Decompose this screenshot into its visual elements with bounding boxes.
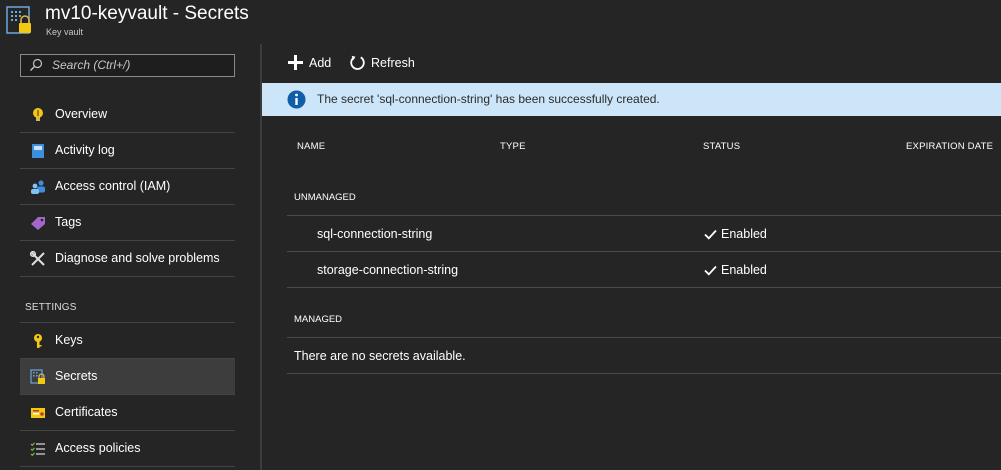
sidebar: Search (Ctrl+/) Overview Activity log Ac…	[0, 44, 260, 470]
info-icon	[287, 90, 306, 109]
people-icon	[31, 180, 45, 194]
column-header-name[interactable]: NAME	[297, 141, 325, 152]
add-button[interactable]: Add	[287, 54, 332, 72]
blade-header: mv10-keyvault - Secrets Key vault	[0, 0, 1001, 44]
sidebar-item-label: Diagnose and solve problems	[55, 251, 220, 265]
status-text: Enabled	[721, 263, 767, 277]
sidebar-item-activity-log[interactable]: Activity log	[20, 133, 235, 169]
page-title: mv10-keyvault - Secrets	[45, 3, 249, 24]
search-input[interactable]: Search (Ctrl+/)	[20, 54, 235, 77]
key-icon	[34, 334, 42, 348]
activity-log-icon	[32, 144, 44, 158]
search-placeholder: Search (Ctrl+/)	[52, 58, 131, 72]
main-content: Add Refresh The secret 'sql-connection-s…	[262, 44, 1001, 470]
page-subtitle: Key vault	[46, 27, 84, 37]
add-label: Add	[309, 56, 332, 70]
column-header-status[interactable]: STATUS	[703, 141, 740, 152]
sidebar-item-label: Access policies	[55, 441, 141, 455]
table-row-name[interactable]: storage-connection-string	[317, 263, 458, 277]
sidebar-item-access-control[interactable]: Access control (IAM)	[20, 169, 235, 205]
checkmark-icon	[704, 229, 717, 240]
sidebar-item-label: Tags	[55, 215, 82, 229]
checkmark-icon	[704, 265, 717, 276]
search-icon	[30, 58, 43, 71]
sidebar-item-label: Keys	[55, 333, 83, 347]
keyvault-lock-icon	[6, 6, 31, 34]
sidebar-item-label: Secrets	[55, 369, 98, 383]
refresh-label: Refresh	[371, 56, 415, 70]
wrench-icon	[30, 251, 45, 266]
empty-state-text: There are no secrets available.	[294, 349, 466, 363]
sidebar-item-overview[interactable]: Overview	[20, 97, 235, 133]
sidebar-item-keys[interactable]: Keys	[20, 323, 235, 359]
tag-icon	[31, 217, 45, 230]
sidebar-item-certificates[interactable]: Certificates	[20, 395, 235, 431]
row-divider	[287, 373, 1001, 374]
overview-bulb-icon	[33, 108, 43, 121]
sidebar-item-secrets[interactable]: Secrets	[20, 359, 235, 395]
refresh-button[interactable]: Refresh	[349, 54, 419, 72]
sidebar-item-label: Overview	[55, 107, 108, 121]
column-header-type[interactable]: TYPE	[500, 141, 526, 152]
sidebar-item-label: Certificates	[55, 405, 118, 419]
group-label-unmanaged: UNMANAGED	[294, 192, 356, 203]
sidebar-item-label: Access control (IAM)	[55, 179, 171, 193]
sidebar-item-diagnose[interactable]: Diagnose and solve problems	[20, 241, 235, 277]
settings-section-label: SETTINGS	[25, 302, 77, 313]
row-divider	[287, 337, 1001, 338]
row-divider	[287, 287, 1001, 288]
secrets-icon	[30, 369, 45, 384]
status-text: Enabled	[721, 227, 767, 241]
sidebar-item-access-policies[interactable]: Access policies	[20, 431, 235, 467]
row-divider	[287, 215, 1001, 216]
notification-text: The secret 'sql-connection-string' has b…	[317, 92, 660, 106]
plus-icon	[288, 55, 303, 70]
group-label-managed: MANAGED	[294, 314, 343, 325]
certificate-icon	[31, 408, 45, 418]
row-divider	[287, 251, 1001, 252]
column-header-expiration[interactable]: EXPIRATION DATE	[906, 141, 993, 152]
table-row-name[interactable]: sql-connection-string	[317, 227, 432, 241]
notification-bar: The secret 'sql-connection-string' has b…	[262, 83, 1001, 116]
refresh-icon	[350, 55, 365, 70]
sidebar-item-tags[interactable]: Tags	[20, 205, 235, 241]
policies-icon	[30, 442, 45, 457]
sidebar-item-label: Activity log	[55, 143, 115, 157]
